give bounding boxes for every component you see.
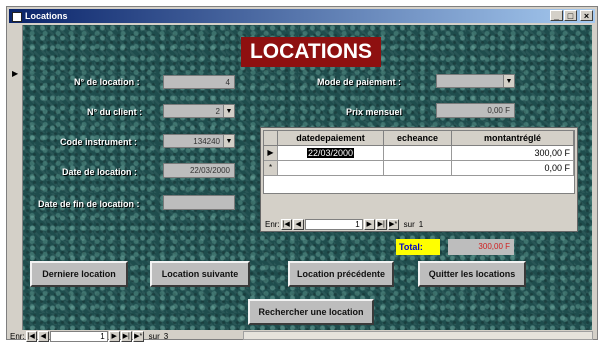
column-header-echeance[interactable]: echeance [384, 131, 452, 146]
total-value: 300,00 F [448, 239, 514, 255]
rechercher-location-button[interactable]: Rechercher une location [248, 299, 374, 325]
cell-datedepaiement[interactable]: 22/03/2000 [278, 146, 384, 161]
main-of-label: sur [148, 332, 160, 341]
main-record-navigator: Enr: |◀ ◀ 1 ▶ ▶| ▶* sur 3 [10, 330, 168, 343]
table-row: * 0,00 F [264, 161, 574, 176]
location-precedente-button[interactable]: Location précédente [288, 261, 394, 287]
quitter-locations-button[interactable]: Quitter les locations [418, 261, 526, 287]
code-instrument-label: Code instrument : [60, 137, 138, 147]
record-selector[interactable]: ▶ [10, 25, 23, 330]
nav-last-icon[interactable]: ▶| [120, 331, 132, 342]
subform-of-label: sur [403, 220, 415, 229]
row-selector-arrow-icon[interactable]: ▶ [264, 146, 278, 161]
date-location-label: Date de location : [62, 167, 138, 177]
nav-new-icon[interactable]: ▶* [132, 331, 144, 342]
nav-last-icon[interactable]: ▶| [375, 219, 387, 230]
date-fin-location-field[interactable] [163, 195, 235, 210]
no-client-label: N° du client : [87, 107, 143, 117]
form-title: LOCATIONS [241, 37, 381, 67]
payments-subform: datedepaiement echeance montantréglé ▶ 2… [260, 127, 578, 232]
grid-header: datedepaiement echeance montantréglé [264, 131, 574, 146]
code-instrument-combo[interactable]: 134240 ▼ [163, 134, 235, 148]
subform-record-number[interactable]: 1 [304, 219, 363, 230]
new-row-selector-icon[interactable]: * [264, 161, 278, 176]
subform-record-navigator: Enr: |◀ ◀ 1 ▶ ▶| ▶* sur 1 [265, 218, 423, 231]
nav-prev-icon[interactable]: ◀ [37, 331, 49, 342]
nav-prev-icon[interactable]: ◀ [292, 219, 304, 230]
form-icon [12, 12, 22, 22]
cell-datedepaiement[interactable] [278, 161, 384, 176]
subform-record-total: 1 [418, 220, 424, 229]
location-form: ▶ LOCATIONS N° de location : 4 N° du cli… [10, 25, 592, 330]
combo-dropdown-icon[interactable]: ▼ [223, 135, 234, 147]
access-window: Locations _ □ × ▶ LOCATIONS N° de locati… [6, 6, 598, 343]
main-record-number[interactable]: 1 [49, 331, 108, 342]
combo-dropdown-icon[interactable]: ▼ [503, 75, 514, 87]
column-header-montantregle[interactable]: montantréglé [452, 131, 574, 146]
mode-paiement-combo[interactable]: ▼ [436, 74, 515, 88]
nav-new-icon[interactable]: ▶* [387, 219, 399, 230]
nav-first-icon[interactable]: |◀ [280, 219, 292, 230]
nav-next-icon[interactable]: ▶ [108, 331, 120, 342]
prix-mensuel-field[interactable]: 0,00 F [436, 103, 515, 118]
no-client-combo[interactable]: 2 ▼ [163, 104, 235, 118]
mode-paiement-label: Mode de paiement : [317, 77, 402, 87]
close-button[interactable]: × [580, 10, 593, 21]
subform-nav-label: Enr: [265, 220, 280, 229]
cell-montant[interactable]: 300,00 F [452, 146, 574, 161]
header-corner [264, 131, 278, 146]
combo-dropdown-icon[interactable]: ▼ [223, 105, 234, 117]
cell-echeance[interactable] [384, 161, 452, 176]
main-nav-label: Enr: [10, 332, 25, 341]
total-label: Total: [396, 239, 440, 255]
date-fin-location-label: Date de fin de location : [38, 199, 140, 209]
nav-next-icon[interactable]: ▶ [363, 219, 375, 230]
no-location-field[interactable]: 4 [163, 75, 235, 89]
title-bar: Locations _ □ × [9, 9, 595, 23]
payments-grid: datedepaiement echeance montantréglé ▶ 2… [263, 130, 575, 194]
column-header-datedepaiement[interactable]: datedepaiement [278, 131, 384, 146]
no-location-label: N° de location : [74, 77, 140, 87]
record-selector-arrow-icon: ▶ [12, 69, 19, 78]
code-instrument-value: 134240 [193, 137, 220, 146]
date-location-field[interactable]: 22/03/2000 [163, 163, 235, 178]
location-suivante-button[interactable]: Location suivante [150, 261, 250, 287]
no-client-value: 2 [215, 107, 220, 116]
nav-first-icon[interactable]: |◀ [25, 331, 37, 342]
maximize-button[interactable]: □ [564, 10, 577, 21]
cell-datedepaiement-text: 22/03/2000 [306, 148, 355, 158]
cell-montant[interactable]: 0,00 F [452, 161, 574, 176]
window-controls: _ □ × [550, 10, 593, 21]
prix-mensuel-label: Prix mensuel [346, 107, 403, 117]
horizontal-scrollbar[interactable] [243, 331, 593, 340]
main-record-total: 3 [163, 332, 169, 341]
minimize-button[interactable]: _ [550, 10, 563, 21]
window-title: Locations [25, 11, 68, 21]
table-row: ▶ 22/03/2000 300,00 F [264, 146, 574, 161]
derniere-location-button[interactable]: Derniere location [30, 261, 128, 287]
cell-echeance[interactable] [384, 146, 452, 161]
